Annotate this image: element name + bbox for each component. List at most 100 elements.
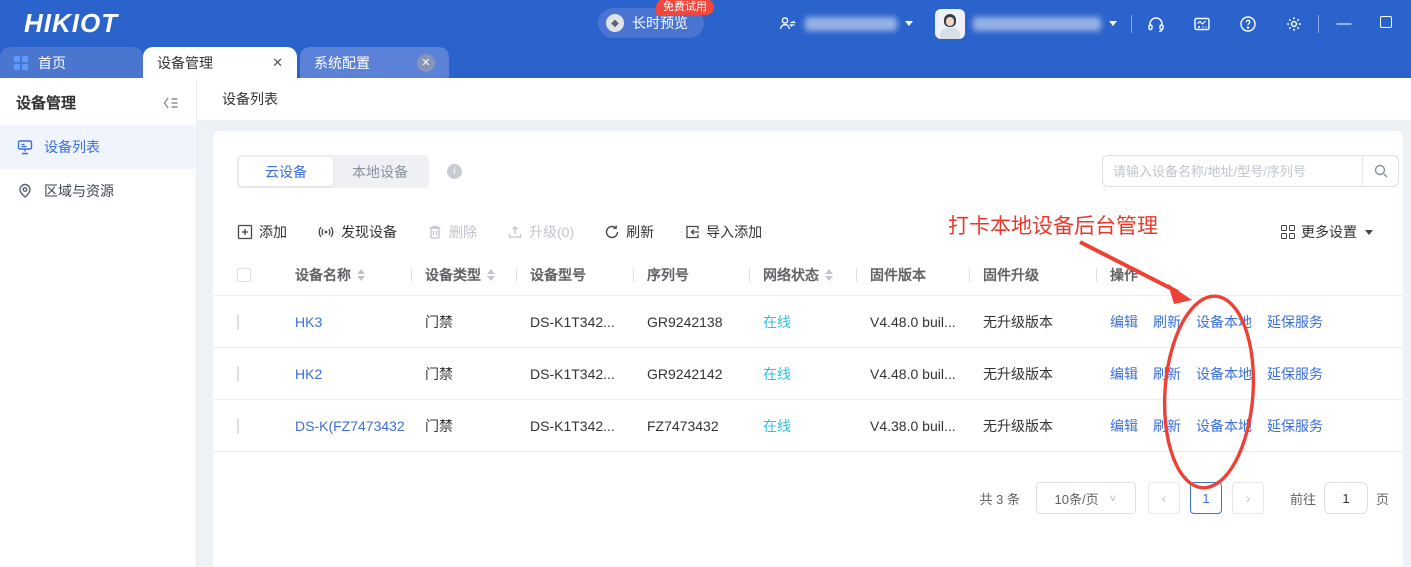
select-all-checkbox[interactable]	[237, 267, 251, 282]
warranty-link[interactable]: 延保服务	[1267, 416, 1323, 436]
prev-page-button[interactable]: ‹	[1147, 482, 1180, 514]
device-search	[1102, 155, 1399, 187]
home-grid-icon	[14, 55, 28, 70]
tab-system-config-label: 系统配置	[314, 54, 370, 71]
organization-dropdown[interactable]	[805, 16, 913, 31]
search-button[interactable]	[1362, 156, 1398, 186]
device-table: 设备名称 设备类型 设备型号 序列号 网络状态 固件版本 固件升级 操作 HK3…	[213, 254, 1403, 452]
table-row: HK2 门禁 DS-K1T342... GR9242142 在线 V4.48.0…	[213, 348, 1403, 400]
refresh-button[interactable]: 刷新	[604, 222, 654, 242]
search-input[interactable]	[1103, 163, 1362, 179]
chevron-down-icon	[1365, 229, 1373, 235]
chevron-down-icon: ∨	[1108, 492, 1118, 504]
device-local-link[interactable]: 设备本地	[1196, 364, 1252, 384]
info-icon[interactable]: i	[446, 164, 462, 179]
goto-label: 前往	[1289, 491, 1316, 507]
sidebar-collapse-icon[interactable]	[162, 95, 180, 111]
more-settings-button[interactable]: 更多设置	[1281, 222, 1373, 242]
close-icon[interactable]: ✕	[272, 55, 283, 71]
device-monitor-icon[interactable]	[1192, 14, 1212, 34]
refresh-link[interactable]: 刷新	[1153, 364, 1181, 384]
maximize-button[interactable]	[1375, 15, 1397, 32]
table-row: HK3 门禁 DS-K1T342... GR9242138 在线 V4.48.0…	[213, 296, 1403, 348]
next-page-button[interactable]: ›	[1231, 482, 1264, 514]
sidebar-item-areas-resources[interactable]: 区域与资源	[0, 169, 196, 213]
current-page-button[interactable]: 1	[1189, 482, 1222, 514]
user-switch-icon[interactable]	[777, 14, 797, 34]
import-icon	[686, 225, 700, 239]
pagination: 共 3 条 10条/页 ∨ ‹ 1 › 前往 页	[213, 482, 1389, 514]
main-content: 设备列表 云设备 本地设备 i 请输入设备名称/地址/型号/序列号 添加 发现设…	[197, 78, 1411, 567]
page-title: 设备列表	[222, 91, 278, 107]
delete-button[interactable]: 删除	[427, 222, 477, 242]
divider	[1131, 14, 1132, 33]
device-local-link[interactable]: 设备本地	[1196, 312, 1252, 332]
close-icon[interactable]: ✕	[417, 53, 435, 72]
sort-icon[interactable]	[487, 268, 495, 281]
row-checkbox[interactable]	[237, 365, 239, 382]
page-size-select[interactable]: 10条/页 ∨	[1035, 482, 1136, 514]
preview-button-label: 长时预览	[632, 15, 688, 31]
device-source-tabs: 云设备 本地设备	[237, 155, 429, 188]
sidebar-item-device-list[interactable]: 设备列表	[0, 125, 196, 169]
top-header-bar: HIKIOT ◆ 长时预览 免费试用 —	[0, 0, 1411, 47]
window-tab-bar: 首页 设备管理 ✕ 系统配置 ✕	[0, 47, 1411, 78]
hikiot-logo: HIKIOT	[24, 8, 119, 38]
row-checkbox[interactable]	[237, 417, 239, 434]
status-badge: 在线	[763, 365, 791, 382]
upgrade-button[interactable]: 升级(0)	[507, 222, 574, 242]
edit-link[interactable]: 编辑	[1110, 416, 1138, 436]
device-local-link[interactable]: 设备本地	[1196, 416, 1252, 436]
help-icon[interactable]	[1238, 14, 1258, 34]
device-name-link[interactable]: HK3	[295, 314, 322, 330]
tab-device-management[interactable]: 设备管理 ✕	[143, 47, 297, 78]
warranty-link[interactable]: 延保服务	[1267, 364, 1323, 384]
goto-page-input[interactable]	[1323, 482, 1368, 514]
chevron-down-icon	[1109, 21, 1117, 26]
edit-link[interactable]: 编辑	[1110, 312, 1138, 332]
import-add-button[interactable]: 导入添加	[684, 222, 762, 242]
sidebar-item-label: 设备列表	[44, 139, 100, 155]
table-row: DS-K(FZ7473432 门禁 DS-K1T342... FZ7473432…	[213, 400, 1403, 452]
sort-icon[interactable]	[825, 268, 833, 281]
long-preview-button[interactable]: ◆ 长时预览 免费试用	[598, 0, 714, 38]
tab-system-config[interactable]: 系统配置 ✕	[300, 47, 449, 78]
redacted-user-name	[973, 16, 1101, 31]
app-window: HIKIOT ◆ 长时预览 免费试用 — 首页 设备管理 ✕ 系统配置 ✕ 设备…	[0, 0, 1411, 567]
warranty-link[interactable]: 延保服务	[1267, 312, 1323, 332]
settings-gear-icon[interactable]	[1284, 14, 1304, 34]
broadcast-icon	[318, 226, 334, 238]
tab-cloud-devices[interactable]: 云设备	[239, 157, 333, 186]
device-list-card: 云设备 本地设备 i 请输入设备名称/地址/型号/序列号 添加 发现设备 删除 …	[213, 131, 1403, 567]
headset-support-icon[interactable]	[1146, 14, 1166, 34]
status-badge: 在线	[763, 417, 791, 434]
device-name-link[interactable]: DS-K(FZ7473432	[295, 418, 405, 434]
sidebar: 设备管理 设备列表 区域与资源	[0, 78, 197, 567]
account-dropdown[interactable]	[935, 8, 1117, 39]
discover-devices-button[interactable]: 发现设备	[317, 222, 397, 242]
chevron-down-icon	[905, 21, 913, 26]
sort-icon[interactable]	[357, 268, 365, 281]
redacted-org-name	[805, 16, 897, 31]
edit-link[interactable]: 编辑	[1110, 364, 1138, 384]
sidebar-title: 设备管理	[16, 95, 77, 112]
search-icon	[1374, 164, 1387, 178]
upload-icon	[508, 225, 522, 238]
grid-settings-icon	[1281, 225, 1295, 239]
user-avatar	[935, 8, 965, 39]
device-name-link[interactable]: HK2	[295, 366, 322, 382]
tab-home[interactable]: 首页	[0, 47, 143, 78]
refresh-link[interactable]: 刷新	[1153, 312, 1181, 332]
add-button[interactable]: 添加	[237, 222, 287, 242]
row-checkbox[interactable]	[237, 313, 239, 330]
goto-suffix: 页	[1375, 491, 1389, 507]
trash-icon	[429, 226, 441, 239]
tab-home-label: 首页	[38, 54, 66, 71]
tab-local-devices[interactable]: 本地设备	[333, 157, 427, 186]
refresh-link[interactable]: 刷新	[1153, 416, 1181, 436]
table-toolbar: 添加 发现设备 删除 升级(0) 刷新 导入添加 更多设置	[237, 222, 1379, 242]
device-list-icon	[17, 140, 33, 155]
sidebar-item-label: 区域与资源	[44, 183, 114, 199]
table-header-row: 设备名称 设备类型 设备型号 序列号 网络状态 固件版本 固件升级 操作	[213, 254, 1403, 296]
minimize-button[interactable]: —	[1333, 15, 1355, 32]
